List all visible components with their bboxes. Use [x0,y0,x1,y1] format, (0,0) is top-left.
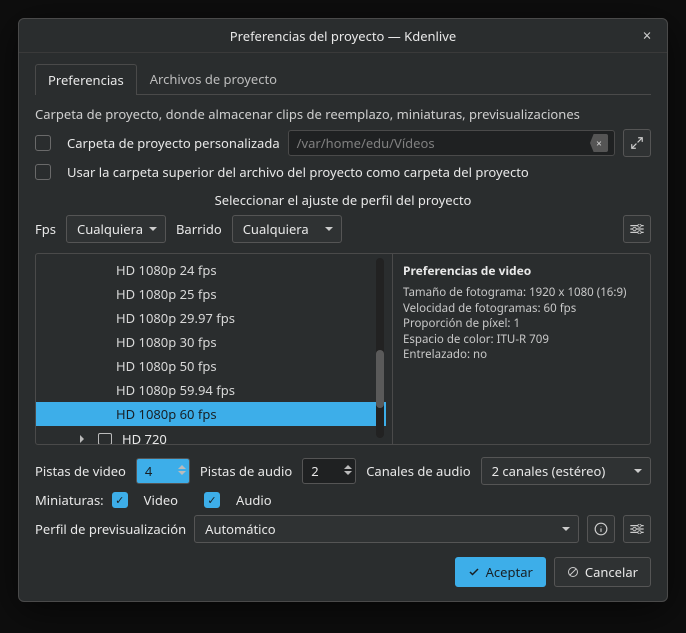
preview-settings-button[interactable] [623,515,651,543]
fps-label: Fps [35,220,56,238]
preview-profile-select[interactable]: Automático [194,515,579,543]
profile-item-selected[interactable]: HD 1080p 60 fps [36,402,386,426]
tree-scrollbar[interactable] [376,258,384,438]
profile-item[interactable]: HD 1080p 29.97 fps [36,306,386,330]
custom-folder-checkbox[interactable] [35,135,51,151]
custom-folder-label: Carpeta de proyecto personalizada [67,134,280,152]
profile-section-label: Seleccionar el ajuste de perfil del proy… [35,191,651,209]
audio-channels-select[interactable]: 2 canales (estéreo) [481,457,651,485]
scan-select[interactable]: Cualquiera [232,215,342,243]
titlebar: Preferencias del proyecto — Kdenlive × [19,19,667,53]
cancel-button[interactable]: Cancelar [554,557,651,587]
thumbnails-audio-checkbox[interactable] [204,492,220,508]
window-title: Preferencias del proyecto — Kdenlive [230,27,456,45]
audio-tracks-label: Pistas de audio [200,462,292,480]
profile-settings-button[interactable] [623,215,651,243]
accept-button[interactable]: Aceptar [455,557,546,587]
clear-icon[interactable]: × [590,134,608,152]
tab-bar: Preferencias Archivos de proyecto [35,63,651,95]
profile-item[interactable]: HD 1080p 50 fps [36,354,386,378]
chevron-up-icon[interactable] [344,461,352,469]
video-tracks-label: Pistas de video [35,462,126,480]
thumbnails-video-label: Video [144,491,178,509]
chevron-right-icon [80,435,88,443]
profile-item[interactable]: HD 1080p 59.94 fps [36,378,386,402]
use-parent-folder-label: Usar la carpeta superior del archivo del… [67,163,529,181]
scrollbar-thumb[interactable] [376,350,384,408]
close-button[interactable]: × [637,26,657,46]
tab-preferences[interactable]: Preferencias [35,64,137,95]
folder-icon [98,433,112,444]
tab-project-files[interactable]: Archivos de proyecto [137,63,290,94]
video-tracks-input[interactable]: 4 [136,458,190,484]
profile-item[interactable]: HD 1080p 24 fps [36,258,386,282]
use-parent-folder-checkbox[interactable] [35,164,51,180]
detail-frame-size: Tamaño de fotograma: 1920 x 1080 (16:9) [403,285,640,301]
chevron-up-icon[interactable] [178,461,186,469]
detail-interlaced: Entrelazado: no [403,347,640,363]
chevron-down-icon[interactable] [178,471,186,479]
preview-profile-label: Perfil de previsualización [35,520,186,538]
chevron-down-icon[interactable] [344,471,352,479]
thumbnails-audio-label: Audio [236,491,272,509]
profile-group[interactable]: HD 720 [36,426,386,444]
audio-channels-label: Canales de audio [366,462,470,480]
profile-tree[interactable]: HD 1080p 24 fps HD 1080p 25 fps HD 1080p… [36,254,386,444]
detail-frame-rate: Velocidad de fotogramas: 60 fps [403,301,640,317]
preview-info-button[interactable] [587,515,615,543]
details-heading: Preferencias de video [403,262,640,279]
profile-item[interactable]: HD 1080p 30 fps [36,330,386,354]
folder-path-input[interactable]: /var/home/edu/Vídeos × [288,130,615,156]
detail-colorspace: Espacio de color: ITU-R 709 [403,332,640,348]
profile-details: Preferencias de video Tamaño de fotogram… [392,254,650,444]
thumbnails-video-checkbox[interactable] [112,492,128,508]
folder-description: Carpeta de proyecto, donde almacenar cli… [35,105,651,123]
project-preferences-dialog: Preferencias del proyecto — Kdenlive × P… [18,18,668,602]
audio-tracks-input[interactable]: 2 [302,458,356,484]
fps-select[interactable]: Cualquiera [66,215,166,243]
scan-label: Barrido [176,220,222,238]
detail-pixel-ratio: Proporción de píxel: 1 [403,316,640,332]
browse-folder-button[interactable] [623,129,651,157]
thumbnails-label: Miniaturas: [35,491,104,509]
profile-item[interactable]: HD 1080p 25 fps [36,282,386,306]
